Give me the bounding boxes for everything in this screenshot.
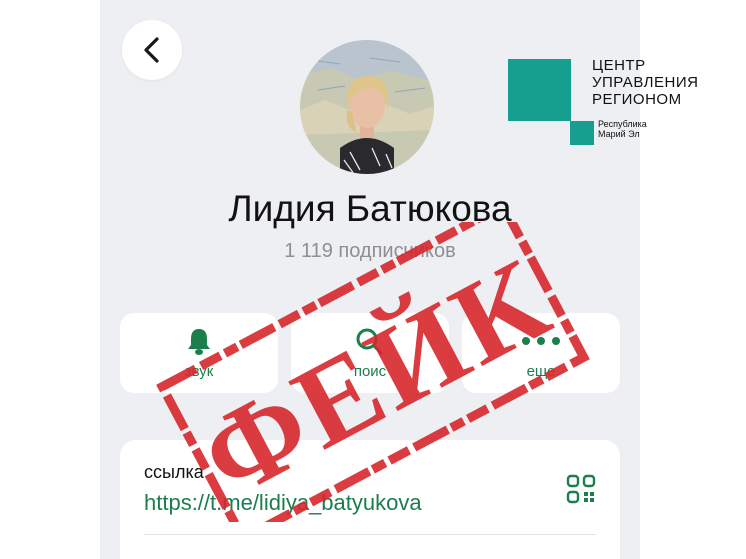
logo-line-2: УПРАВЛЕНИЯ [592, 74, 699, 91]
logo-sub-1: Республика [598, 119, 647, 129]
logo-square-large [508, 59, 571, 121]
logo-line-1: ЦЕНТР [592, 57, 646, 74]
logo-line-3: РЕГИОНОМ [592, 91, 682, 108]
logo-sub-2: Марий Эл [598, 129, 640, 139]
back-button[interactable] [122, 20, 182, 80]
card-divider [144, 534, 596, 535]
chevron-left-icon [144, 37, 159, 63]
region-center-logo: ЦЕНТР УПРАВЛЕНИЯ РЕГИОНОМ Республика Мар… [508, 57, 740, 149]
fake-stamp: ФЕЙК [156, 222, 590, 522]
logo-square-small [570, 121, 594, 145]
avatar[interactable] [300, 40, 434, 174]
